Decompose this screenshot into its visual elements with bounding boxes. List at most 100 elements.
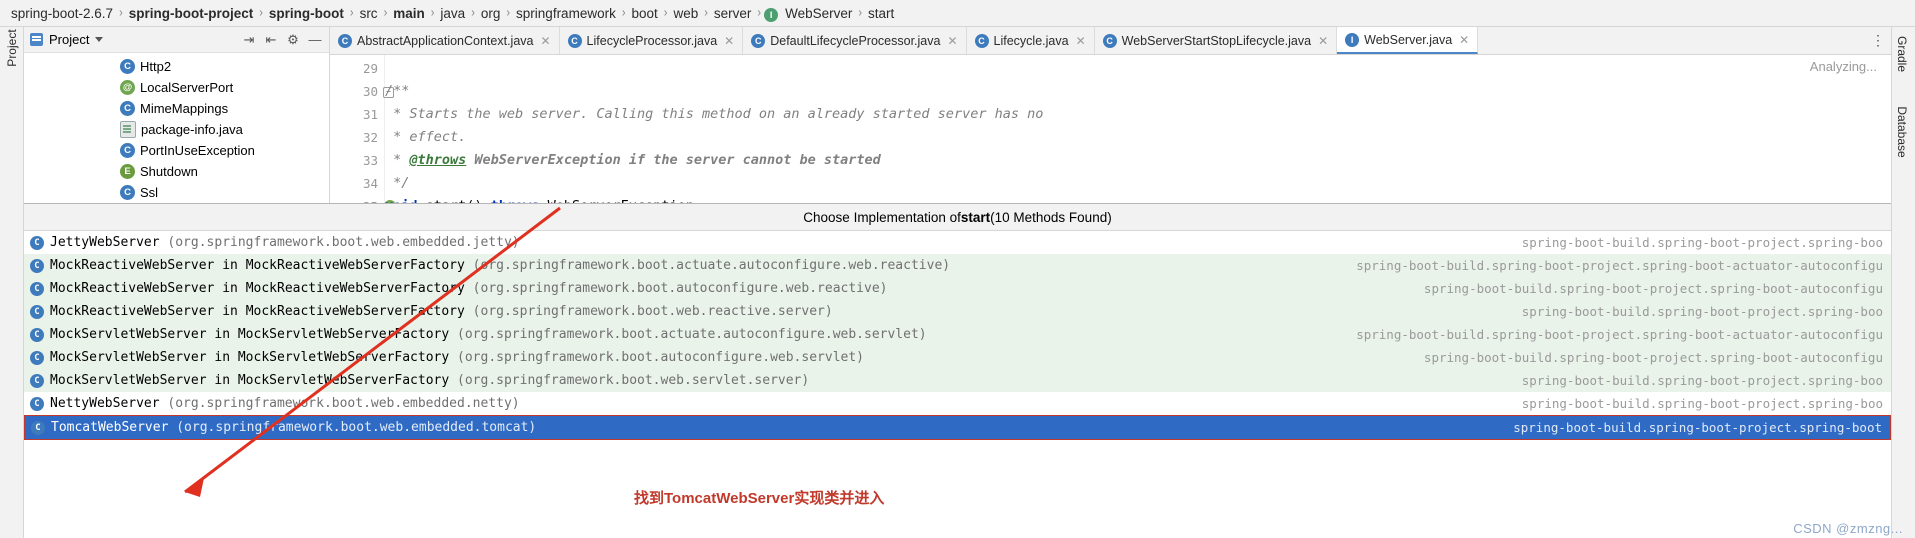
impl-module-path: spring-boot-build.spring-boot-project.sp… xyxy=(1521,235,1883,250)
tab-defaultlifecycleprocessor[interactable]: C DefaultLifecycleProcessor.java ✕ xyxy=(743,27,967,54)
settings-gear-icon[interactable]: ⚙ xyxy=(285,32,301,48)
tab-abstractapplicationcontext[interactable]: C AbstractApplicationContext.java ✕ xyxy=(330,27,560,54)
list-item[interactable]: C MockServletWebServer in MockServletWeb… xyxy=(24,369,1891,392)
list-item[interactable]: C MockReactiveWebServer in MockReactiveW… xyxy=(24,254,1891,277)
breadcrumb-item-1[interactable]: spring-boot-project xyxy=(126,6,257,21)
breadcrumb[interactable]: spring-boot-2.6.7 › spring-boot-project … xyxy=(0,0,1915,27)
class-icon: C xyxy=(120,101,135,116)
impl-class-name: MockServletWebServer xyxy=(50,373,207,388)
javadoc-throws-tag[interactable]: @throws xyxy=(409,152,466,168)
list-item[interactable]: C MockReactiveWebServer in MockReactiveW… xyxy=(24,277,1891,300)
left-tool-strip: Project xyxy=(0,27,24,538)
close-icon[interactable]: ✕ xyxy=(540,34,550,48)
breadcrumb-item-0[interactable]: spring-boot-2.6.7 xyxy=(8,6,116,21)
impl-outer-class: MockServletWebServerFactory xyxy=(237,350,450,365)
breadcrumb-item-12[interactable]: start xyxy=(865,6,897,21)
breadcrumb-separator: › xyxy=(621,5,626,21)
line-number-gutter: 29 30 − 31 32 33 34 35 ↓ xyxy=(330,55,396,203)
impl-class-name: JettyWebServer xyxy=(50,235,160,250)
more-options-icon[interactable]: ⋮ xyxy=(1871,32,1885,49)
collapse-all-icon[interactable]: ⇥ xyxy=(241,32,257,48)
list-item[interactable]: C MockServletWebServer in MockServletWeb… xyxy=(24,346,1891,369)
project-panel-title: Project xyxy=(49,32,90,47)
tree-item-localserverport[interactable]: @ LocalServerPort xyxy=(24,77,329,98)
tree-item-ssl[interactable]: C Ssl xyxy=(24,182,329,203)
tab-webserverstartstoplifecycle[interactable]: C WebServerStartStopLifecycle.java ✕ xyxy=(1095,27,1338,54)
class-icon: C xyxy=(120,143,135,158)
breadcrumb-item-4[interactable]: main xyxy=(390,6,428,21)
list-item[interactable]: C NettyWebServer (org.springframework.bo… xyxy=(24,392,1891,415)
code-token: WebServerException; xyxy=(539,198,702,203)
tab-webserver[interactable]: I WebServer.java ✕ xyxy=(1337,27,1479,54)
impl-package: (org.springframework.boot.autoconfigure.… xyxy=(472,281,888,296)
class-icon: C xyxy=(30,235,44,250)
breadcrumb-item-3[interactable]: src xyxy=(357,6,381,21)
close-icon[interactable]: ✕ xyxy=(947,34,957,48)
impl-class-name: MockReactiveWebServer xyxy=(50,281,215,296)
class-icon: C xyxy=(30,350,44,365)
impl-class-name: TomcatWebServer xyxy=(51,420,169,435)
list-item[interactable]: C MockReactiveWebServer in MockReactiveW… xyxy=(24,300,1891,323)
code-line-33: * @throws WebServerException if the serv… xyxy=(385,149,1891,172)
tool-tab-gradle[interactable]: Gradle xyxy=(1895,28,1909,80)
expand-all-icon[interactable]: ⇤ xyxy=(263,32,279,48)
class-icon: C xyxy=(30,281,44,296)
breadcrumb-item-2[interactable]: spring-boot xyxy=(266,6,347,21)
code-token: WebServerException if the server cannot … xyxy=(466,152,881,168)
tab-lifecycleprocessor[interactable]: C LifecycleProcessor.java ✕ xyxy=(560,27,744,54)
breadcrumb-item-11[interactable]: WebServer xyxy=(782,6,855,21)
code-token: () xyxy=(466,198,490,203)
chevron-down-icon[interactable] xyxy=(95,37,104,42)
tab-label: AbstractApplicationContext.java xyxy=(357,33,534,48)
tool-tab-project[interactable]: Project xyxy=(5,22,19,74)
breadcrumb-item-8[interactable]: boot xyxy=(629,6,661,21)
breadcrumb-item-9[interactable]: web xyxy=(670,6,701,21)
impl-outer-class: MockReactiveWebServerFactory xyxy=(245,281,465,296)
tree-item-label: Ssl xyxy=(140,185,159,200)
project-icon xyxy=(30,33,43,46)
tab-label: WebServerStartStopLifecycle.java xyxy=(1121,33,1312,48)
code-line-31: * Starts the web server. Calling this me… xyxy=(385,103,1891,126)
code-line-32: * effect. xyxy=(385,126,1891,149)
hide-panel-icon[interactable]: — xyxy=(307,32,323,48)
breadcrumb-separator: › xyxy=(858,5,863,21)
list-item-selected[interactable]: C TomcatWebServer (org.springframework.b… xyxy=(24,415,1891,440)
in-keyword: in xyxy=(222,304,238,319)
close-icon[interactable]: ✕ xyxy=(724,34,734,48)
close-icon[interactable]: ✕ xyxy=(1318,34,1328,48)
code-text[interactable]: /** * Starts the web server. Calling thi… xyxy=(385,55,1891,203)
list-item[interactable]: C MockServletWebServer in MockServletWeb… xyxy=(24,323,1891,346)
breadcrumb-separator: › xyxy=(119,5,123,21)
tree-item-portinuseexception[interactable]: C PortInUseException xyxy=(24,140,329,161)
tree-item-label: Shutdown xyxy=(140,164,198,179)
breadcrumb-item-7[interactable]: springframework xyxy=(513,6,619,21)
list-item[interactable]: C JettyWebServer (org.springframework.bo… xyxy=(24,231,1891,254)
tree-item-package-info[interactable]: package-info.java xyxy=(24,119,329,140)
class-icon: C xyxy=(567,33,582,48)
ide-window: spring-boot-2.6.7 › spring-boot-project … xyxy=(0,0,1915,538)
close-icon[interactable]: ✕ xyxy=(1459,33,1469,47)
implementation-list[interactable]: C JettyWebServer (org.springframework.bo… xyxy=(24,231,1891,538)
impl-module-path: spring-boot-build.spring-boot-project.sp… xyxy=(1423,350,1883,365)
breadcrumb-item-10[interactable]: server xyxy=(711,6,755,21)
editor-tab-bar: C AbstractApplicationContext.java ✕ C Li… xyxy=(330,27,1891,55)
in-keyword: in xyxy=(222,281,238,296)
tree-item-mimemappings[interactable]: C MimeMappings xyxy=(24,98,329,119)
tab-bar-actions: ⋮ xyxy=(1865,27,1891,54)
code-token: /** xyxy=(385,83,410,99)
breadcrumb-item-6[interactable]: org xyxy=(478,6,504,21)
tree-item-shutdown[interactable]: E Shutdown xyxy=(24,161,329,182)
method-name-start[interactable]: start xyxy=(426,198,467,203)
breadcrumb-item-5[interactable]: java xyxy=(437,6,468,21)
close-icon[interactable]: ✕ xyxy=(1076,34,1086,48)
interface-icon: I xyxy=(764,8,779,22)
in-keyword: in xyxy=(214,350,231,365)
impl-module-path: spring-boot-build.spring-boot-project.sp… xyxy=(1521,373,1883,388)
code-editor[interactable]: 29 30 − 31 32 33 34 35 ↓ xyxy=(330,55,1891,203)
impl-outer-class: MockReactiveWebServerFactory xyxy=(245,258,465,273)
class-icon: C xyxy=(30,258,44,273)
tool-tab-database[interactable]: Database xyxy=(1895,106,1909,158)
tree-item-http2[interactable]: C Http2 xyxy=(24,56,329,77)
class-icon: C xyxy=(30,327,44,342)
tab-lifecycle[interactable]: C Lifecycle.java ✕ xyxy=(967,27,1095,54)
